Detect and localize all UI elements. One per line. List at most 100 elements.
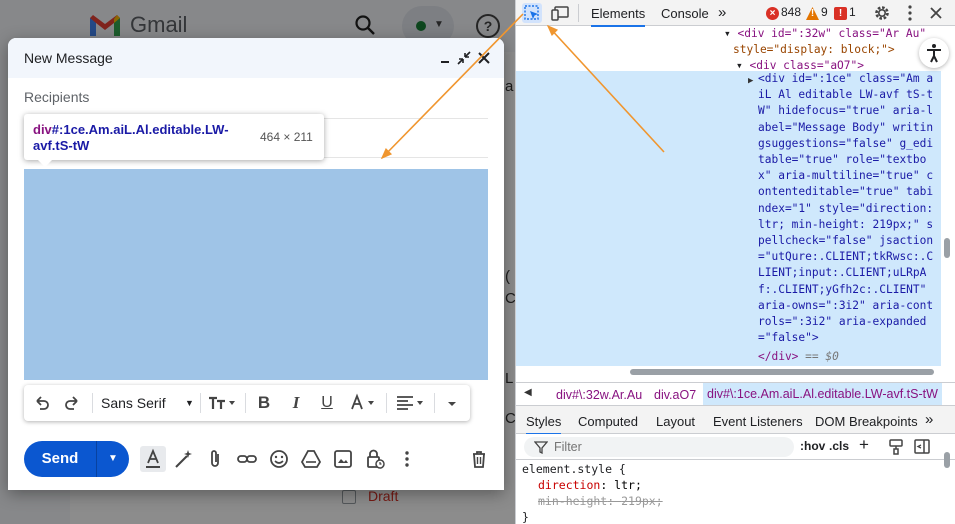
discard-draft-icon[interactable] xyxy=(468,448,490,470)
minimize-icon[interactable] xyxy=(436,48,456,68)
message-body-highlight[interactable] xyxy=(24,169,488,380)
settings-gear-icon[interactable] xyxy=(872,3,892,23)
formatting-options-icon[interactable] xyxy=(140,446,166,472)
devtools-tabbar: Elements Console » × 848 ! 9 ! 1 xyxy=(516,0,955,27)
tab-computed[interactable]: Computed xyxy=(578,414,638,429)
toolbar-separator xyxy=(578,4,579,22)
tab-event-listeners[interactable]: Event Listeners xyxy=(713,414,803,429)
tab-dom-breakpoints[interactable]: DOM Breakpoints xyxy=(815,414,918,429)
formatting-toolbar: Sans Serif ▼ B I U xyxy=(24,385,470,421)
font-size-icon[interactable] xyxy=(207,393,241,413)
filter-box[interactable] xyxy=(524,437,794,457)
hover-state-button[interactable]: :hov xyxy=(800,439,825,453)
breadcrumb-item-active[interactable]: div#\:1ce.Am.aiL.Al.editable.LW-avf.tS-t… xyxy=(703,383,942,405)
tab-console[interactable]: Console xyxy=(661,6,709,21)
toolbar-separator xyxy=(386,393,387,413)
more-options-icon[interactable] xyxy=(900,3,920,23)
selected-node-code: <div id=":1ce" class="Am aiL Al editable… xyxy=(758,72,940,345)
closing-tag: </div> xyxy=(758,350,799,363)
dom-node-line: style="display: block;"> xyxy=(733,42,941,58)
dom-node-line[interactable]: ▾ <div id=":32w" class="Ar Au" xyxy=(724,26,941,42)
new-style-rule-button[interactable]: + xyxy=(859,435,869,455)
tooltip-dimensions: 464 × 211 xyxy=(260,130,313,144)
redo-icon[interactable] xyxy=(62,393,82,413)
style-rule[interactable]: direction: ltr; xyxy=(538,477,642,493)
compose-header: New Message xyxy=(8,38,504,78)
more-formatting-icon[interactable] xyxy=(442,393,462,413)
styles-scrollbar-thumb[interactable] xyxy=(944,452,950,468)
device-toolbar-icon[interactable] xyxy=(550,3,570,23)
drive-icon[interactable] xyxy=(300,448,322,470)
dom-scrollbar[interactable] xyxy=(942,26,955,366)
dom-node-text: style="display: block;"> xyxy=(733,43,895,56)
breadcrumb-scroll-left-icon[interactable]: ◀ xyxy=(524,387,532,398)
compose-title: New Message xyxy=(24,50,113,66)
issues-count: 1 xyxy=(849,5,856,19)
attach-icon[interactable] xyxy=(204,448,226,470)
warnings-badge[interactable]: ! 9 xyxy=(806,5,828,20)
styles-pane: element.style { direction: ltr; min-heig… xyxy=(516,460,941,524)
style-property: direction xyxy=(538,478,601,492)
link-icon[interactable] xyxy=(236,448,258,470)
style-value: 219px; xyxy=(621,494,663,508)
recipients-field[interactable]: Recipients xyxy=(24,89,89,105)
accessibility-icon[interactable] xyxy=(919,38,949,68)
emoji-icon[interactable] xyxy=(268,448,290,470)
tab-styles[interactable]: Styles xyxy=(526,414,562,435)
more-options-icon[interactable] xyxy=(396,448,418,470)
compose-window: New Message Recipients div#:1ce.Am.aiL.A… xyxy=(8,38,504,490)
filter-icon xyxy=(534,441,548,454)
tab-elements[interactable]: Elements xyxy=(591,6,646,27)
toolbar-separator xyxy=(200,393,201,413)
style-property: min-height xyxy=(538,494,608,508)
selected-marker: == $0 xyxy=(805,350,839,363)
chevron-down-icon: ▼ xyxy=(185,398,194,408)
align-icon[interactable] xyxy=(394,393,430,413)
toolbar-separator xyxy=(434,393,435,413)
bold-icon[interactable]: B xyxy=(254,393,274,413)
confidential-mode-icon[interactable] xyxy=(364,448,386,470)
send-button[interactable]: Send xyxy=(24,441,96,477)
tab-layout[interactable]: Layout xyxy=(656,414,695,429)
collapse-arrow-icon: ▾ xyxy=(724,27,731,40)
dom-breadcrumb: ◀ div#\:32w.Ar.Au div.aO7 div#\:1ce.Am.a… xyxy=(516,382,955,406)
expand-arrow-icon: ▶ xyxy=(748,76,754,86)
tooltip-selector: #:1ce.Am.aiL.Al.editable.LW-avf.tS-tW xyxy=(33,122,229,153)
style-rule-overridden[interactable]: min-height: 219px; xyxy=(538,493,663,509)
toggle-sidebar-icon[interactable] xyxy=(914,438,930,456)
issue-icon: ! xyxy=(834,7,847,20)
errors-count: 848 xyxy=(781,5,802,19)
undo-icon[interactable] xyxy=(32,393,52,413)
styles-filter-input[interactable] xyxy=(554,439,784,455)
insert-photo-icon[interactable] xyxy=(332,448,354,470)
italic-icon[interactable]: I xyxy=(286,393,306,413)
breadcrumb-item[interactable]: div.aO7 xyxy=(654,388,696,402)
text-color-icon[interactable] xyxy=(348,393,382,413)
selected-dom-node[interactable]: ▶ <div id=":1ce" class="Am aiL Al editab… xyxy=(516,71,941,366)
dom-horizontal-scrollbar[interactable] xyxy=(536,368,940,376)
paint-icon[interactable] xyxy=(888,438,904,456)
style-selector: element.style { xyxy=(522,462,626,476)
exit-fullscreen-icon[interactable] xyxy=(454,48,474,68)
style-value: ltr; xyxy=(614,478,642,492)
error-icon: × xyxy=(766,7,779,20)
breadcrumb-item[interactable]: div#\:32w.Ar.Au xyxy=(556,388,642,402)
toolbar-separator xyxy=(245,393,246,413)
close-icon[interactable] xyxy=(926,3,946,23)
dom-node-text: <div id=":32w" class="Ar Au" xyxy=(737,27,927,40)
inspect-element-icon[interactable] xyxy=(522,3,542,23)
dom-tree: ▾ <div id=":32w" class="Ar Au" style="di… xyxy=(516,26,941,366)
dom-scrollbar-thumb[interactable] xyxy=(944,238,950,258)
styles-subtabbar: Styles Computed Layout Event Listeners D… xyxy=(516,406,955,435)
magic-pen-icon[interactable] xyxy=(172,448,194,470)
class-button[interactable]: .cls xyxy=(829,439,849,453)
issues-badge[interactable]: ! 1 xyxy=(834,5,856,20)
schedule-send-chevron-icon[interactable]: ▼ xyxy=(97,441,129,477)
errors-badge[interactable]: × 848 xyxy=(766,5,801,20)
underline-icon[interactable]: U xyxy=(317,393,337,413)
more-tabs-icon[interactable]: » xyxy=(718,4,726,21)
more-subtabs-icon[interactable]: » xyxy=(925,411,933,428)
close-icon[interactable] xyxy=(474,48,494,68)
scrollbar-thumb[interactable] xyxy=(630,369,934,375)
font-family-select[interactable]: Sans Serif ▼ xyxy=(101,393,199,413)
